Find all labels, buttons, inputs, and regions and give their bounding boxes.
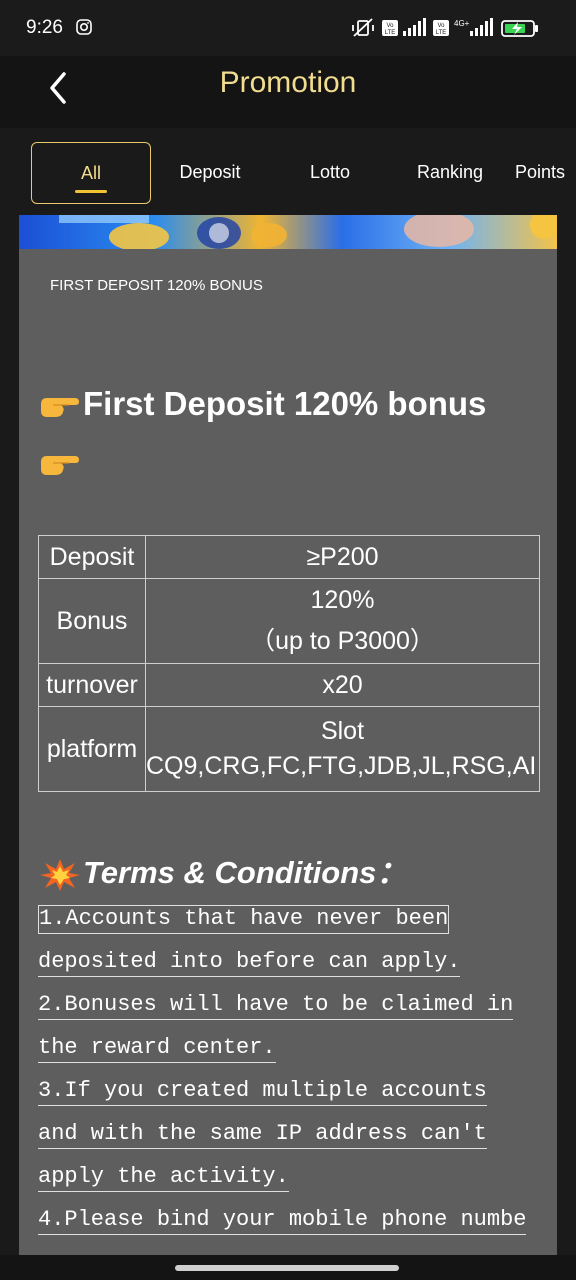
home-gesture-handle[interactable]: [175, 1265, 399, 1271]
instagram-icon: [76, 19, 92, 35]
table-value-deposit: ≥P200: [145, 535, 540, 579]
svg-text:4G+: 4G+: [454, 19, 470, 28]
table-label-bonus: Bonus: [38, 578, 146, 664]
bonus-percent: 120%: [310, 585, 375, 614]
terms-title-text: Terms & Conditions：: [83, 855, 408, 890]
terms-line: 1.Accounts that have never been: [38, 905, 450, 934]
table-row: Bonus 120% （up to P3000）: [38, 578, 540, 664]
list-item: 4.Please bind your mobile phone numbe: [38, 1200, 553, 1243]
tab-points[interactable]: Points: [515, 142, 576, 202]
tab-label: Points: [515, 161, 566, 182]
table-value-turnover: x20: [145, 663, 540, 707]
pointing-hand-icon: [41, 456, 79, 476]
svg-text:Vo: Vo: [437, 23, 445, 29]
list-item: the reward center.: [38, 1028, 553, 1071]
bonus-cap: （up to P3000）: [250, 626, 435, 655]
table-row: Deposit ≥P200: [38, 535, 540, 579]
tab-ranking[interactable]: Ranking: [400, 142, 500, 202]
category-tabs: All Deposit Lotto Ranking Points: [0, 128, 576, 216]
promotion-banner-image[interactable]: [19, 215, 557, 249]
svg-text:LTE: LTE: [385, 30, 396, 36]
list-item: 2.Bonuses will have to be claimed in: [38, 985, 553, 1028]
table-label-deposit: Deposit: [38, 535, 146, 579]
mute-icon: [352, 18, 374, 37]
terms-line: 3.If you created multiple accounts: [38, 1078, 487, 1106]
terms-line: deposited into before can apply.: [38, 949, 461, 977]
terms-line: the reward center.: [38, 1035, 276, 1063]
pointing-hand-icon: [41, 398, 79, 418]
table-label-platform: platform: [38, 706, 146, 792]
promotion-card: FIRST DEPOSIT 120% BONUS First Deposit 1…: [19, 215, 557, 1255]
table-value-bonus: 120% （up to P3000）: [145, 578, 540, 664]
signal-icon: [403, 18, 426, 36]
terms-list: 1.Accounts that have never been deposite…: [38, 899, 553, 1243]
system-nav-bar: [0, 1255, 576, 1280]
status-icons: Vo LTE Vo LTE 4G+: [352, 18, 538, 37]
list-item: deposited into before can apply.: [38, 942, 553, 985]
status-time: 9:26: [26, 17, 63, 38]
platform-category: Slot: [320, 717, 365, 745]
tab-lotto[interactable]: Lotto: [280, 142, 380, 202]
volte-icon-2: Vo LTE: [433, 20, 449, 36]
table-row: turnover x20: [38, 663, 540, 707]
table-value-platform: Slot CQ9,CRG,FC,FTG,JDB,JL,RSG,AI: [145, 706, 540, 792]
terms-line: 2.Bonuses will have to be claimed in: [38, 992, 514, 1020]
promotion-details-table: Deposit ≥P200 Bonus 120% （up to P3000） t…: [38, 535, 540, 792]
tab-all[interactable]: All: [31, 142, 151, 204]
collision-icon: [40, 858, 80, 891]
table-row: platform Slot CQ9,CRG,FC,FTG,JDB,JL,RSG,…: [38, 706, 540, 792]
tab-label: Ranking: [416, 161, 484, 182]
list-item: 1.Accounts that have never been: [38, 899, 553, 942]
platform-list: CQ9,CRG,FC,FTG,JDB,JL,RSG,AI: [146, 752, 537, 780]
volte-icon: Vo LTE: [382, 20, 398, 36]
page-title: Promotion: [219, 66, 357, 99]
status-bar: 9:26 Vo LTE Vo LTE 4G+: [0, 0, 576, 56]
tab-label: Deposit: [179, 161, 241, 182]
svg-text:Vo: Vo: [386, 23, 394, 29]
terms-line: apply the activity.: [38, 1164, 289, 1192]
terms-line: 4.Please bind your mobile phone numbe: [38, 1207, 527, 1235]
active-tab-indicator: [75, 190, 107, 193]
app-root: 9:26 Vo LTE Vo LTE 4G+ Promotion All Dep…: [0, 0, 576, 1280]
app-header: Promotion: [0, 56, 576, 128]
svg-text:LTE: LTE: [436, 30, 447, 36]
promotion-title: First Deposit 120% bonus: [39, 375, 539, 491]
promotion-heading: FIRST DEPOSIT 120% BONUS: [50, 277, 263, 294]
tab-label: All: [80, 162, 101, 183]
list-item: 3.If you created multiple accounts: [38, 1071, 553, 1114]
terms-line: and with the same IP address can't: [38, 1121, 487, 1149]
battery-icon: [501, 20, 538, 37]
tab-label: Lotto: [309, 161, 351, 182]
signal-icon-2: [470, 18, 493, 36]
promotion-title-text: First Deposit 120% bonus: [83, 385, 487, 422]
terms-title: Terms & Conditions：: [39, 847, 407, 892]
table-label-turnover: turnover: [38, 663, 146, 707]
list-item: apply the activity.: [38, 1157, 553, 1200]
banner-art: [59, 215, 557, 249]
tab-deposit[interactable]: Deposit: [160, 142, 260, 202]
list-item: and with the same IP address can't: [38, 1114, 553, 1157]
